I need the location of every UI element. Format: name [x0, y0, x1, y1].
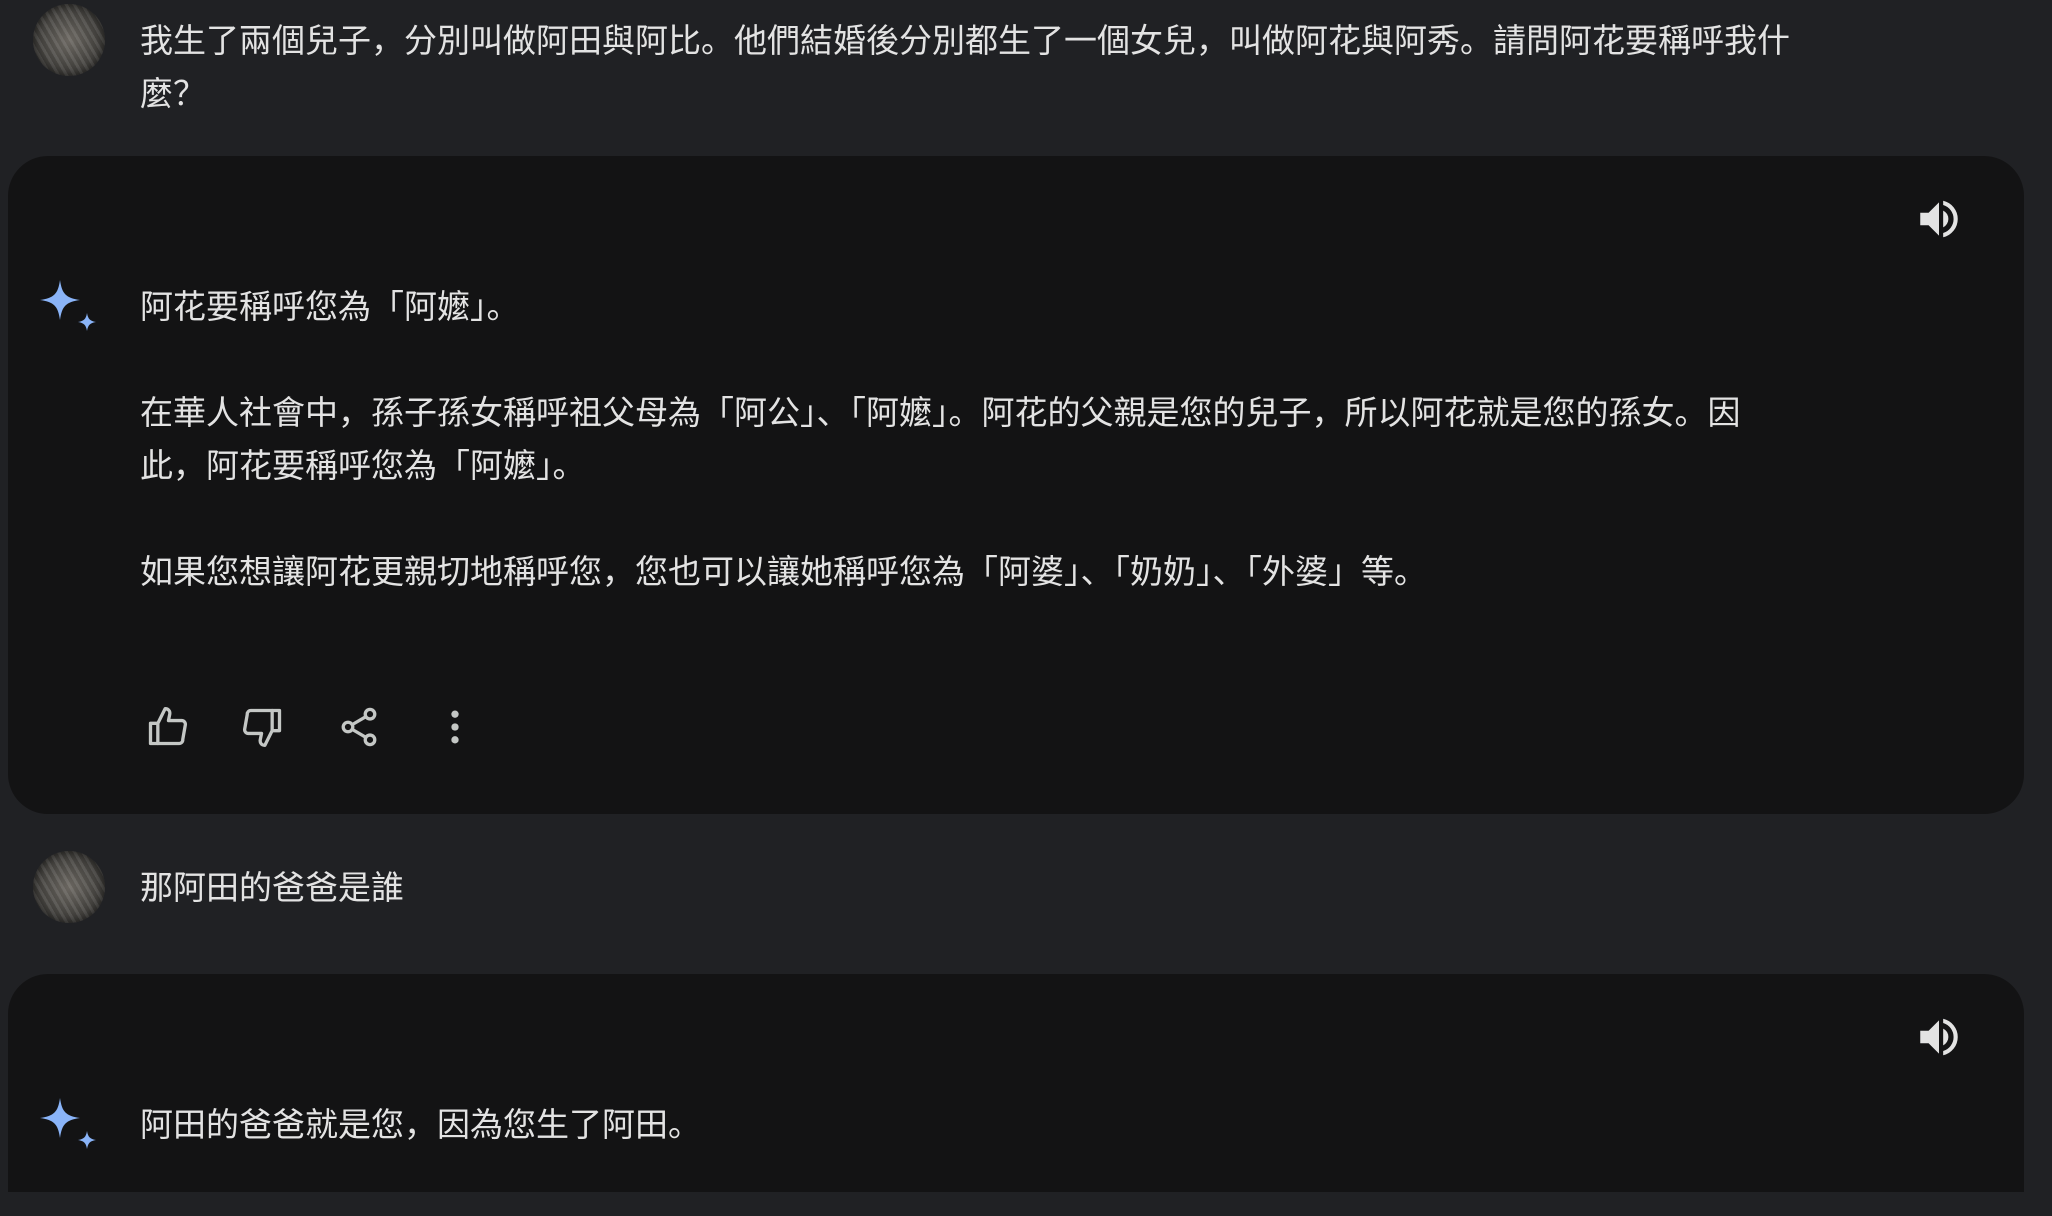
response-card: 阿田的爸爸就是您，因為您生了阿田。	[8, 974, 2024, 1216]
share-icon[interactable]	[332, 700, 386, 754]
page-bottom-strip	[0, 1192, 2052, 1216]
response-actions	[140, 700, 524, 754]
response-text: 阿花要稱呼您為「阿嬤」。 在華人社會中，孫子孫女稱呼祖父母為「阿公」、「阿嬤」。…	[140, 280, 1920, 598]
user-avatar	[33, 851, 105, 923]
gemini-sparkle-icon	[38, 1092, 110, 1164]
response-paragraph: 此，阿花要稱呼您為「阿嬤」。	[140, 446, 586, 485]
gemini-sparkle-icon	[38, 274, 110, 346]
user-prompt: 那阿田的爸爸是誰	[140, 861, 1920, 914]
speaker-icon[interactable]	[1914, 1012, 1964, 1062]
user-prompt-line: 我生了兩個兒子，分別叫做阿田與阿比。他們結婚後分別都生了一個女兒，叫做阿花與阿秀…	[140, 21, 1790, 60]
response-card: 阿花要稱呼您為「阿嬤」。 在華人社會中，孫子孫女稱呼祖父母為「阿公」、「阿嬤」。…	[8, 156, 2024, 814]
speaker-icon[interactable]	[1914, 194, 1964, 244]
thumbs-up-icon[interactable]	[140, 700, 194, 754]
more-vert-icon[interactable]	[428, 700, 482, 754]
response-paragraph: 阿田的爸爸就是您，因為您生了阿田。	[140, 1105, 701, 1144]
user-avatar	[33, 4, 105, 76]
response-paragraph: 在華人社會中，孫子孫女稱呼祖父母為「阿公」、「阿嬤」。阿花的父親是您的兒子，所以…	[140, 393, 1741, 432]
response-paragraph: 阿花要稱呼您為「阿嬤」。	[140, 287, 520, 326]
response-text: 阿田的爸爸就是您，因為您生了阿田。	[140, 1098, 1920, 1151]
response-paragraph: 如果您想讓阿花更親切地稱呼您，您也可以讓她稱呼您為「阿婆」、「奶奶」、「外婆」等…	[140, 552, 1427, 591]
thumbs-down-icon[interactable]	[236, 700, 290, 754]
user-prompt: 我生了兩個兒子，分別叫做阿田與阿比。他們結婚後分別都生了一個女兒，叫做阿花與阿秀…	[140, 14, 1920, 120]
user-prompt-line: 麼？	[140, 74, 206, 113]
user-prompt-line: 那阿田的爸爸是誰	[140, 868, 404, 907]
